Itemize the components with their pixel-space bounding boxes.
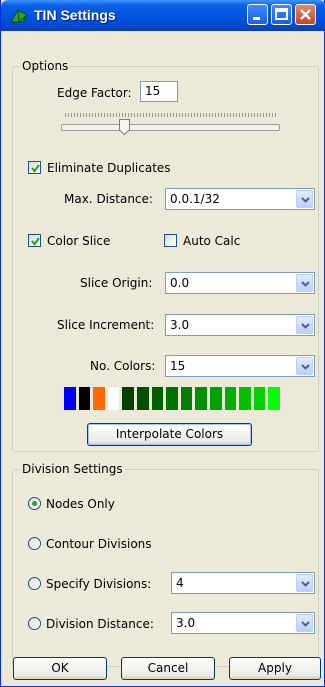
specify-divisions-label: Specify Divisions: [46, 577, 152, 591]
color-slice-checkbox[interactable] [28, 234, 41, 247]
tin-settings-window: TIN Settings Options Edge Factor: 15 Eli… [0, 0, 325, 687]
nodes-only-label: Nodes Only [46, 497, 115, 511]
division-distance-combo[interactable]: 3.0 [171, 612, 315, 634]
minimize-icon [253, 17, 260, 20]
slice-increment-dropdown-button[interactable] [296, 316, 313, 334]
maximize-icon [275, 8, 288, 20]
edge-factor-slider-thumb[interactable] [119, 119, 131, 135]
max-distance-dropdown-button[interactable] [296, 190, 313, 208]
color-swatch[interactable] [239, 387, 251, 410]
color-swatch[interactable] [253, 387, 266, 410]
eliminate-duplicates-label: Eliminate Duplicates [47, 161, 171, 175]
max-distance-label: Max. Distance: [64, 192, 153, 206]
color-swatch[interactable] [122, 387, 134, 410]
color-swatch[interactable] [136, 387, 149, 410]
specify-divisions-radio[interactable] [28, 577, 41, 590]
edge-factor-label: Edge Factor: [57, 86, 132, 100]
chevron-down-icon [301, 323, 310, 329]
color-swatch[interactable] [224, 387, 237, 410]
chevron-down-icon [301, 364, 310, 370]
division-distance-radio[interactable] [28, 617, 41, 630]
division-distance-dropdown-button[interactable] [296, 614, 313, 632]
slice-origin-value: 0.0 [170, 276, 190, 290]
slice-increment-value: 3.0 [170, 318, 190, 332]
checkmark-icon [31, 164, 40, 173]
interpolate-colors-button[interactable]: Interpolate Colors [87, 423, 252, 446]
color-swatch[interactable] [107, 387, 120, 410]
auto-calc-label: Auto Calc [183, 234, 241, 248]
color-swatch[interactable] [151, 387, 164, 410]
options-legend: Options [20, 59, 71, 73]
color-swatch[interactable] [93, 387, 105, 410]
no-colors-combo[interactable]: 15 [165, 355, 315, 377]
edge-factor-input[interactable]: 15 [140, 81, 178, 102]
specify-divisions-value: 4 [176, 576, 184, 590]
close-icon [300, 9, 311, 20]
color-swatch[interactable] [180, 387, 193, 410]
color-swatch[interactable] [64, 387, 76, 410]
ok-button[interactable]: OK [13, 657, 107, 680]
apply-button[interactable]: Apply [229, 657, 321, 680]
specify-divisions-combo[interactable]: 4 [171, 572, 315, 594]
division-settings-legend: Division Settings [20, 462, 125, 476]
division-distance-value: 3.0 [176, 616, 196, 630]
chevron-down-icon [301, 621, 310, 627]
radio-selected-dot [32, 501, 37, 506]
cancel-button[interactable]: Cancel [121, 657, 215, 680]
division-distance-label: Division Distance: [46, 617, 154, 631]
chevron-down-icon [301, 281, 310, 287]
no-colors-value: 15 [170, 359, 186, 373]
minimize-button[interactable] [247, 4, 268, 25]
window-title: TIN Settings [34, 7, 116, 23]
nodes-only-radio[interactable] [28, 497, 41, 510]
max-distance-combo[interactable]: 0.0.1/32 [165, 188, 315, 210]
color-swatch[interactable] [166, 387, 178, 410]
chevron-down-icon [301, 197, 310, 203]
slice-origin-combo[interactable]: 0.0 [165, 272, 315, 294]
maximize-button[interactable] [271, 4, 292, 25]
color-swatch[interactable] [195, 387, 207, 410]
color-swatch[interactable] [268, 387, 280, 410]
slice-origin-dropdown-button[interactable] [296, 274, 313, 292]
specify-divisions-dropdown-button[interactable] [296, 574, 313, 592]
contour-divisions-radio[interactable] [28, 537, 41, 550]
color-slice-label: Color Slice [47, 234, 111, 248]
color-swatch-strip[interactable] [64, 387, 280, 410]
no-colors-dropdown-button[interactable] [296, 357, 313, 375]
edge-factor-slider-track[interactable] [61, 124, 280, 131]
eliminate-duplicates-checkbox[interactable] [28, 161, 41, 174]
color-swatch[interactable] [209, 387, 222, 410]
auto-calc-checkbox[interactable] [164, 234, 177, 247]
color-swatch[interactable] [78, 387, 91, 410]
checkmark-icon [31, 237, 40, 246]
slice-increment-combo[interactable]: 3.0 [165, 314, 315, 336]
slice-origin-label: Slice Origin: [80, 276, 153, 290]
slice-increment-label: Slice Increment: [57, 318, 155, 332]
close-button[interactable] [295, 4, 316, 25]
no-colors-label: No. Colors: [90, 359, 156, 373]
max-distance-value: 0.0.1/32 [170, 192, 220, 206]
chevron-down-icon [301, 581, 310, 587]
tin-app-icon [10, 9, 28, 23]
title-bar[interactable]: TIN Settings [1, 0, 325, 31]
contour-divisions-label: Contour Divisions [46, 537, 152, 551]
slider-ticks [65, 113, 276, 117]
